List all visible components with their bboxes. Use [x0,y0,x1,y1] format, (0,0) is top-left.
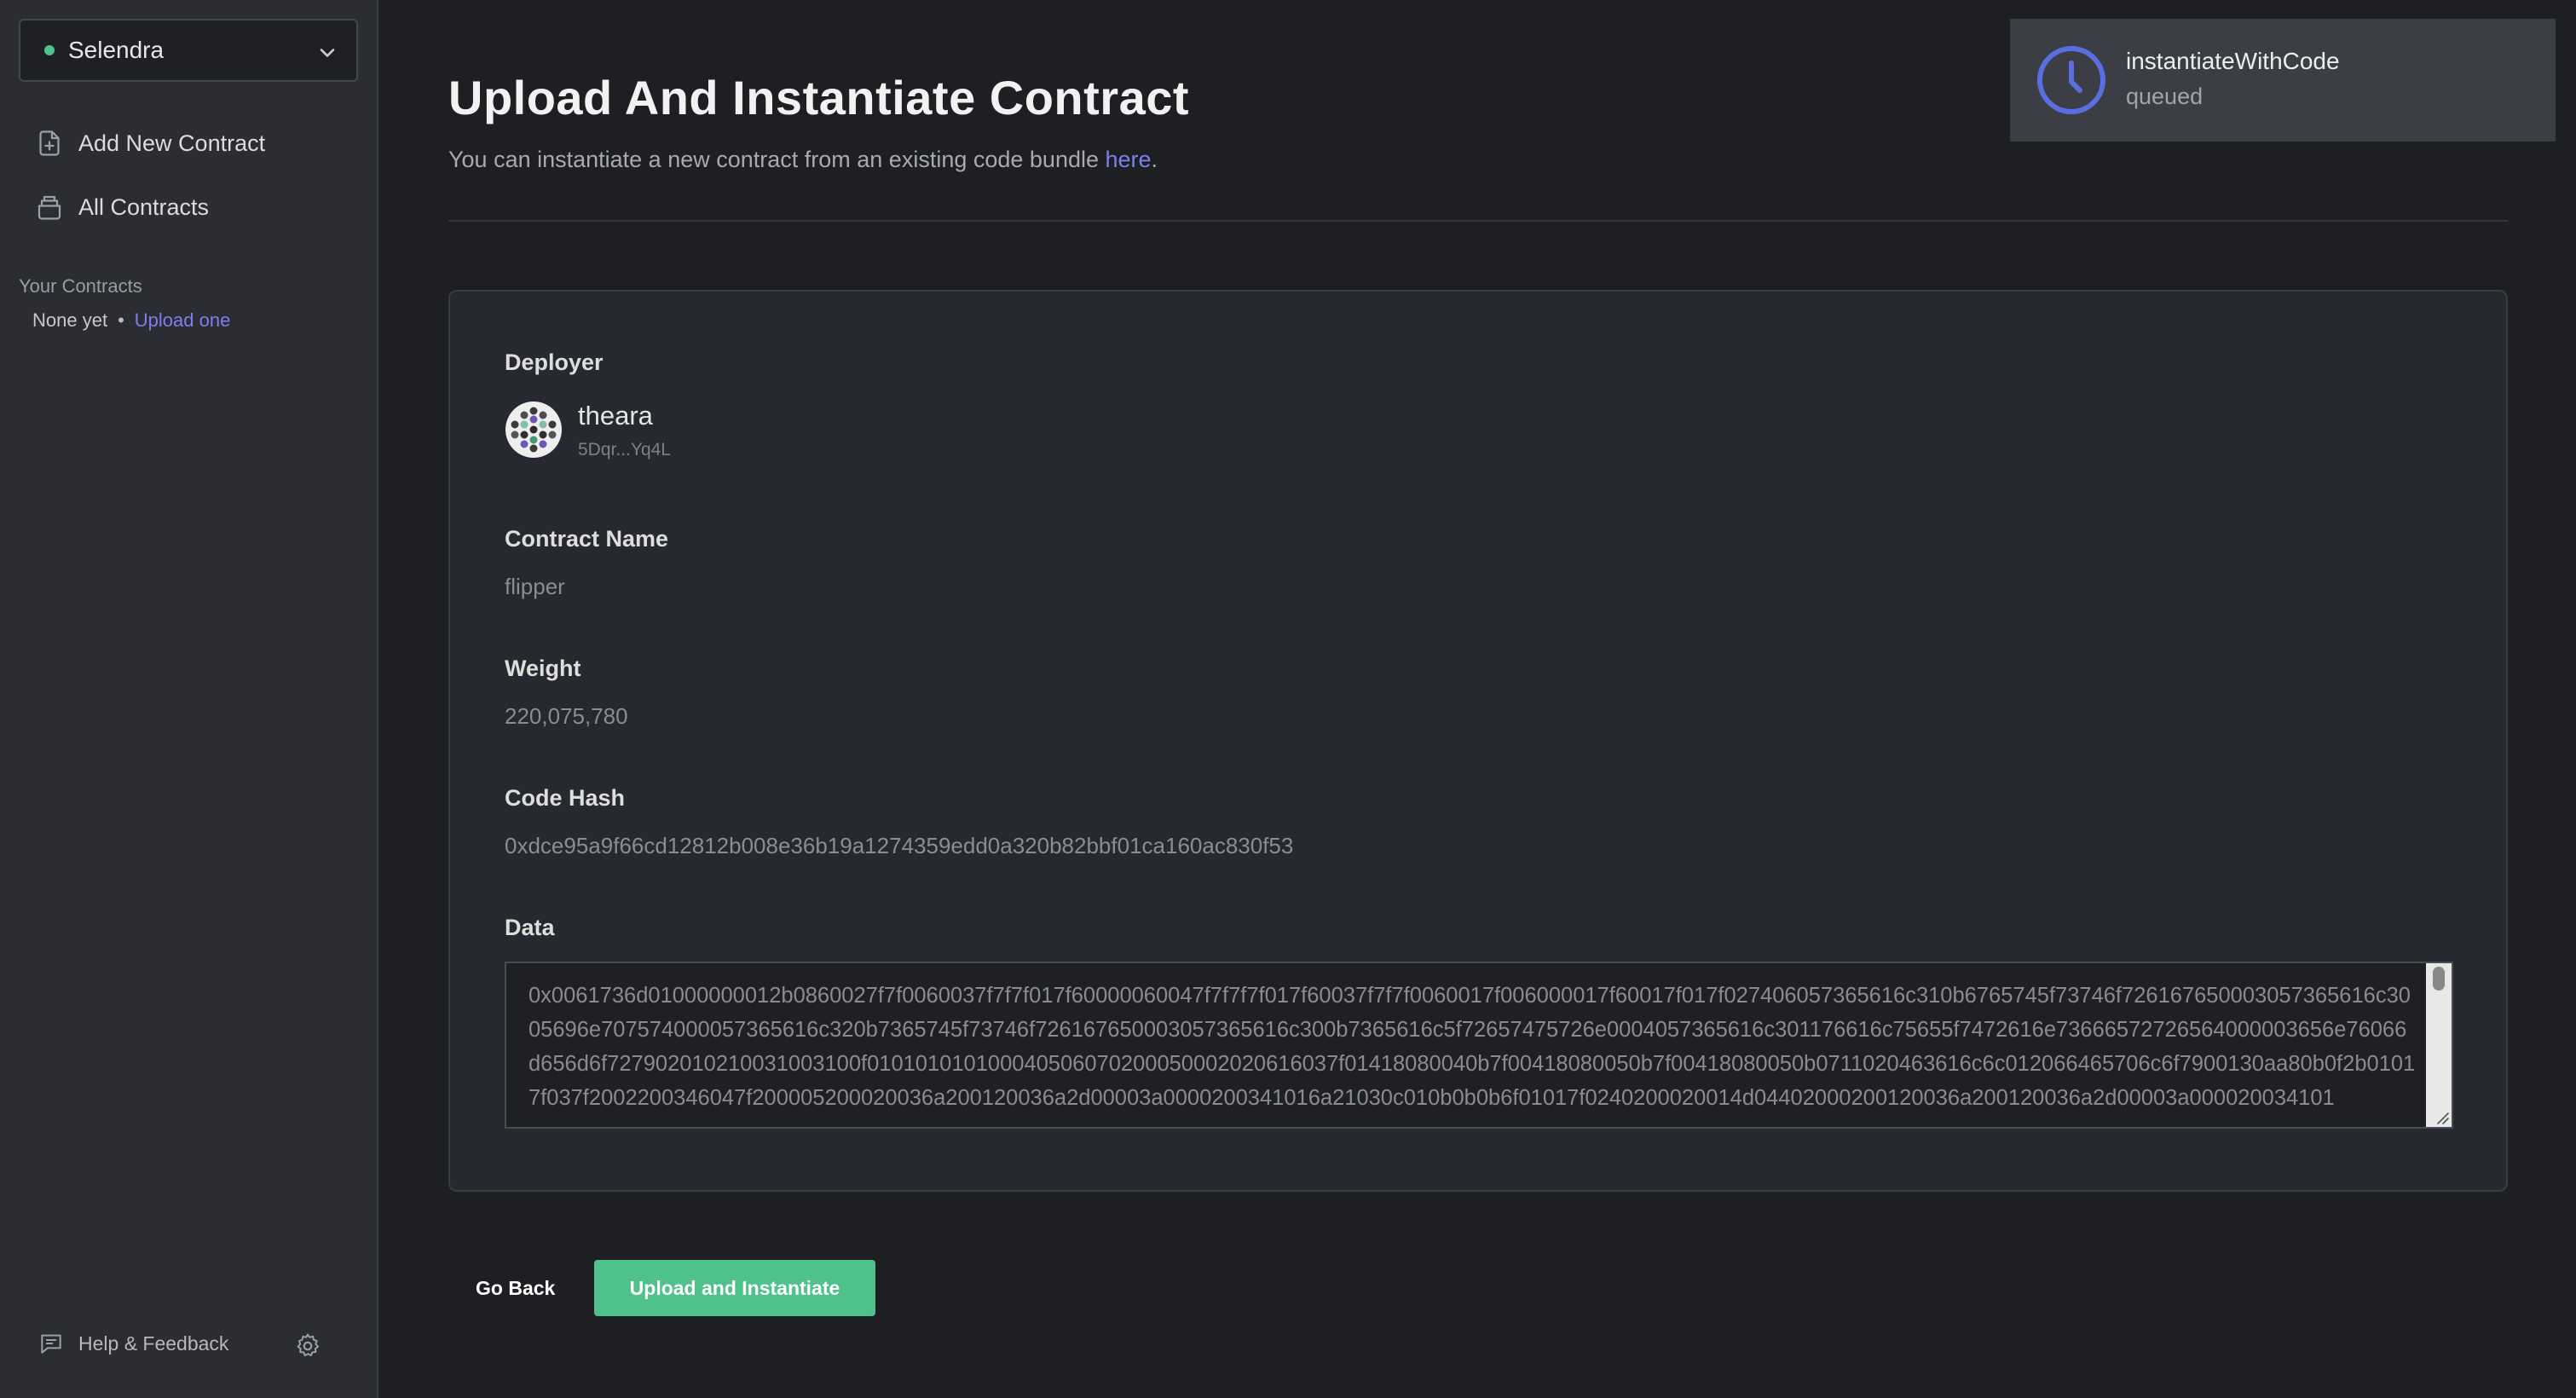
weight-value: 220,075,780 [505,703,628,729]
nav-label: Add New Contract [78,130,266,156]
instantiate-form-card: Deployer theara 5Dqr...Yq4L Contract Nam… [448,290,2508,1192]
subtitle-period: . [1151,147,1158,172]
subtitle-text: You can instantiate a new contract from … [448,147,1106,172]
archive-icon [38,195,61,220]
contract-name-value: flipper [505,574,565,599]
weight-label: Weight [505,656,581,681]
connection-status-dot [44,45,55,55]
toast-status: queued [2126,84,2203,109]
go-back-button[interactable]: Go Back [448,1260,582,1316]
code-hash-label: Code Hash [505,785,626,811]
account-address: 5Dqr...Yq4L [578,440,671,459]
nav-add-new-contract[interactable]: Add New Contract [34,124,265,162]
chat-bubble-icon [41,1334,61,1354]
deployer-label: Deployer [505,350,604,375]
contract-name-label: Contract Name [505,526,669,552]
data-scrollbar[interactable] [2426,963,2452,1127]
scrollbar-thumb[interactable] [2433,967,2445,991]
upload-one-link[interactable]: Upload one [135,309,231,332]
gear-icon[interactable] [293,1332,322,1360]
code-hash-value: 0xdce95a9f66cd12812b008e36b19a1274359edd… [505,833,1294,858]
page-subtitle: You can instantiate a new contract from … [448,147,1158,173]
sidebar: Selendra Add New Contract All Contracts … [0,0,378,1398]
chevron-down-icon [320,49,335,57]
file-plus-icon [39,130,60,156]
page-title: Upload And Instantiate Contract [448,71,1190,124]
nav-all-contracts[interactable]: All Contracts [34,188,209,226]
nav-label: All Contracts [78,194,210,220]
data-textarea[interactable]: 0x0061736d01000000012b0860027f7f0060037f… [505,962,2453,1129]
data-value: 0x0061736d01000000012b0860027f7f0060037f… [528,984,2416,1110]
resize-handle-icon[interactable] [2433,1108,2450,1125]
none-yet-text: None yet [32,309,108,331]
chain-selector[interactable]: Selendra [19,19,358,82]
account-identicon [505,401,562,458]
toast-title: instantiateWithCode [2126,48,2340,74]
upload-and-instantiate-button[interactable]: Upload and Instantiate [594,1260,875,1316]
chain-name: Selendra [68,37,165,63]
here-link[interactable]: here [1106,147,1152,172]
transaction-toast: instantiateWithCode queued [2010,19,2556,142]
your-contracts-heading: Your Contracts [19,275,142,297]
account-name: theara [578,401,653,430]
contracts-empty-state: None yet • Upload one [32,309,230,332]
clock-icon [2037,46,2105,114]
header-divider [448,220,2508,222]
help-label: Help & Feedback [78,1332,229,1355]
data-label: Data [505,915,555,940]
separator-dot: • [118,309,124,331]
help-feedback-link[interactable]: Help & Feedback [38,1330,228,1357]
